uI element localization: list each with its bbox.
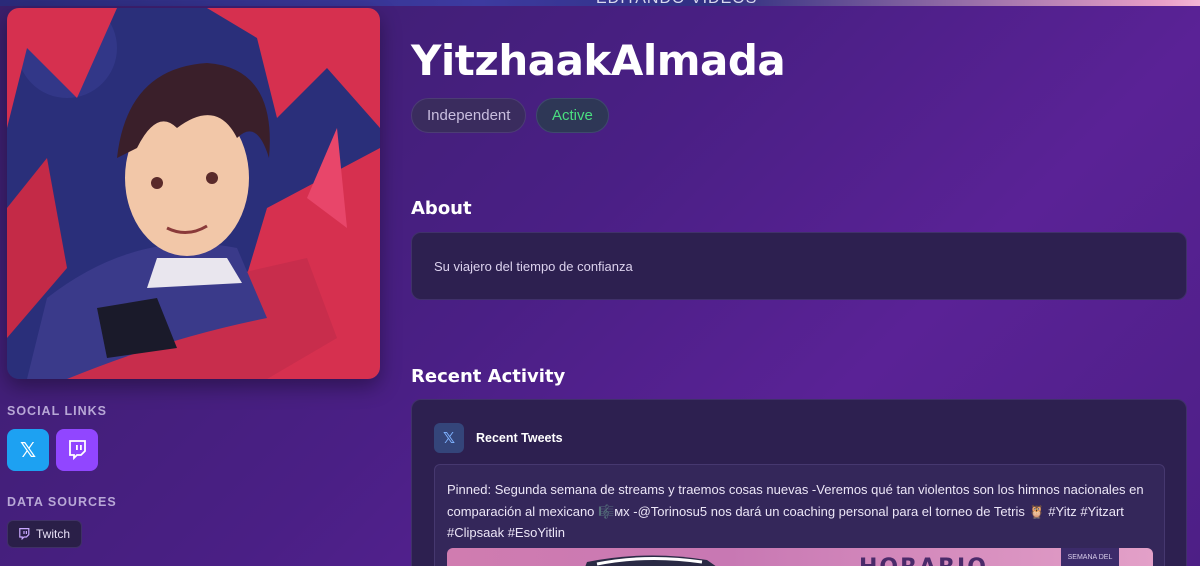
tweet-image-title: HORARIO [859,555,988,566]
profile-name: YitzhaakAlmada [411,36,786,85]
data-sources-label: DATA SOURCES [7,495,117,509]
status-badge-independent: Independent [411,98,527,133]
tweet-image-art [585,555,716,566]
twitch-icon [19,528,30,540]
data-source-twitch[interactable]: Twitch [7,520,83,548]
tweet-text: Pinned: Segunda semana de streams y trae… [447,482,1144,540]
recent-tweets-title: Recent Tweets [476,431,563,445]
twitch-logo-icon [69,440,86,460]
x-icon: 𝕏 [434,423,464,453]
about-card: Su viajero del tiempo de confianza [411,232,1187,300]
tweet-image-side: SEMANA DEL [1061,548,1119,566]
tweet-image[interactable]: HORARIO SEMANA DEL [447,548,1153,566]
social-link-x[interactable]: 𝕏 [7,429,49,471]
pinned-tweet[interactable]: Pinned: Segunda semana de streams y trae… [434,464,1165,566]
profile-avatar [7,8,380,379]
social-link-twitch[interactable] [56,429,98,471]
x-logo-icon: 𝕏 [19,438,37,462]
about-text: Su viajero del tiempo de confianza [434,259,633,274]
banner-strip: EDITANDO VIDEOS [0,0,1200,8]
recent-activity-heading: Recent Activity [411,366,566,387]
about-heading: About [411,198,472,219]
banner-text: EDITANDO VIDEOS [596,0,757,8]
recent-activity-card: 𝕏 Recent Tweets Pinned: Segunda semana d… [411,399,1187,566]
social-links-label: SOCIAL LINKS [7,404,107,418]
status-badge-active: Active [536,98,609,133]
data-source-label: Twitch [36,527,71,541]
